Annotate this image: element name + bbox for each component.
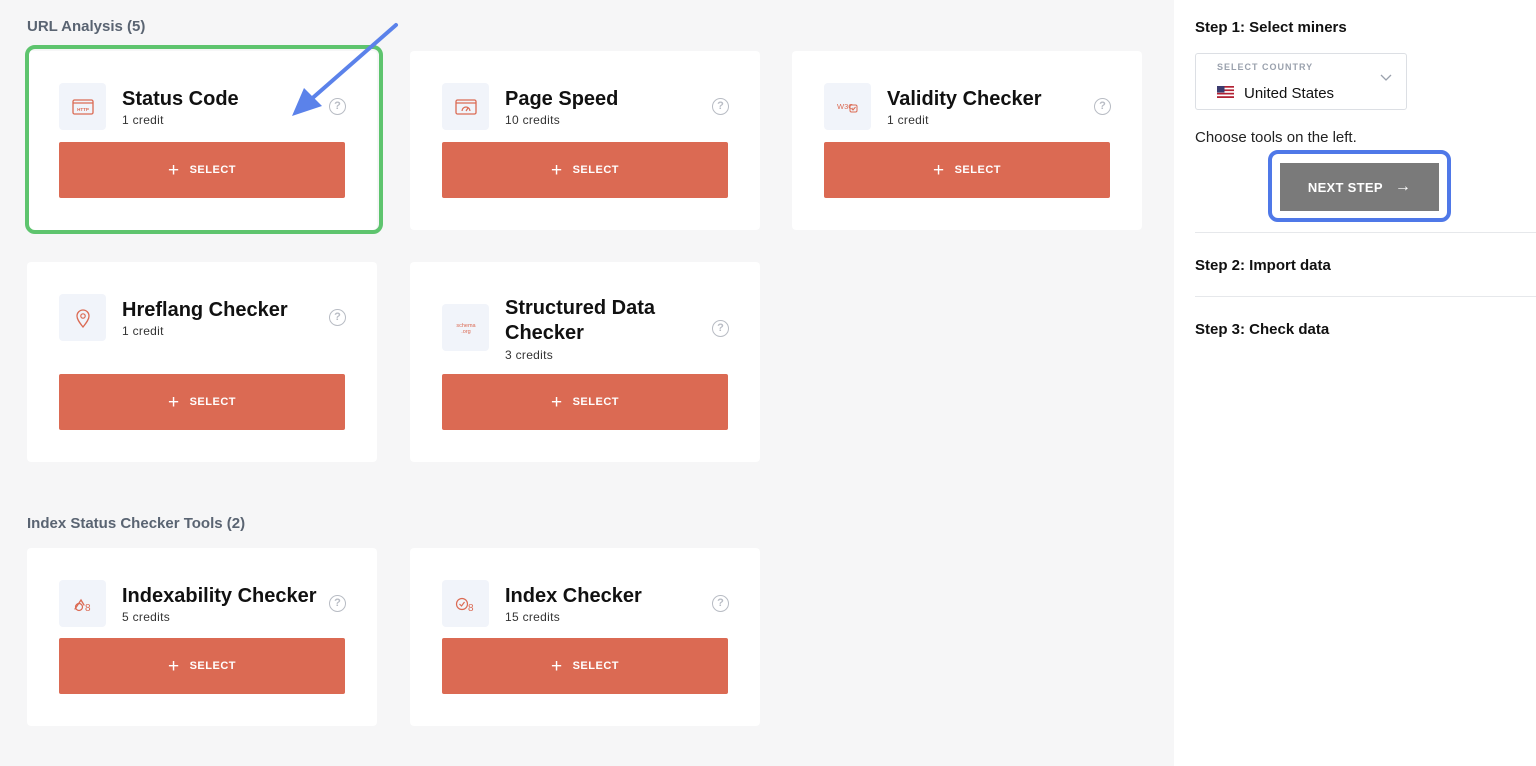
plus-icon: + xyxy=(167,391,180,413)
step-1-title: Step 1: Select miners xyxy=(1195,19,1347,36)
tool-card-validity-checker: W3C Validity Checker 1 credit ? + SELECT xyxy=(792,51,1142,230)
country-select-value: United States xyxy=(1244,85,1335,102)
divider xyxy=(1195,296,1536,297)
country-select[interactable]: SELECT COUNTRY United States xyxy=(1195,53,1407,110)
tool-card-indexability-checker: 8 Indexability Checker 5 credits ? + SEL… xyxy=(27,548,377,726)
select-button-index-checker[interactable]: + SELECT xyxy=(442,638,728,694)
plus-icon: + xyxy=(550,655,563,677)
tool-credits: 10 credits xyxy=(505,113,561,127)
next-step-label: NEXT STEP xyxy=(1307,179,1383,195)
http-icon: HTTP xyxy=(59,83,106,130)
w3c-icon: W3C xyxy=(824,83,871,130)
w3c-icon-text: W3C xyxy=(837,102,854,111)
tool-name-line-1: Structured Data xyxy=(505,297,656,319)
select-button-indexability-checker[interactable]: + SELECT xyxy=(59,638,345,694)
svg-text:8: 8 xyxy=(468,603,474,613)
tool-credits: 5 credits xyxy=(122,610,171,624)
tool-credits: 15 credits xyxy=(505,610,561,624)
index-check-icon: 8 xyxy=(442,580,489,627)
tool-card-structured-data-checker: schema .org Structured Data Checker 3 cre… xyxy=(410,262,760,462)
help-icon[interactable]: ? xyxy=(712,320,729,337)
next-step-button[interactable]: NEXT STEP → xyxy=(1280,163,1439,211)
step-3-title[interactable]: Step 3: Check data xyxy=(1195,321,1329,338)
tool-name: Index Checker xyxy=(505,585,642,607)
tool-credits: 1 credit xyxy=(122,113,164,127)
select-label: SELECT xyxy=(572,164,619,176)
svg-text:HTTP: HTTP xyxy=(77,107,89,112)
country-select-label: SELECT COUNTRY xyxy=(1217,62,1314,72)
tool-credits: 1 credit xyxy=(887,113,929,127)
plus-icon: + xyxy=(167,159,180,181)
select-button-structured-data-checker[interactable]: + SELECT xyxy=(442,374,728,430)
select-button-page-speed[interactable]: + SELECT xyxy=(442,142,728,198)
tool-name: Hreflang Checker xyxy=(122,299,288,321)
svg-text:8: 8 xyxy=(85,603,91,613)
plus-icon: + xyxy=(550,159,563,181)
tool-name: Indexability Checker xyxy=(122,585,317,607)
select-label: SELECT xyxy=(572,396,619,408)
select-label: SELECT xyxy=(572,660,619,672)
plus-icon: + xyxy=(167,655,180,677)
tool-name: Status Code xyxy=(122,88,239,110)
org-icon-text: .org xyxy=(461,329,470,335)
select-label: SELECT xyxy=(954,164,1001,176)
arrow-right-icon: → xyxy=(1394,178,1412,195)
tool-credits: 3 credits xyxy=(505,348,554,362)
us-flag-icon xyxy=(1217,86,1234,98)
help-icon[interactable]: ? xyxy=(329,595,346,612)
tool-card-hreflang-checker: Hreflang Checker 1 credit ? + SELECT xyxy=(27,262,377,462)
help-icon[interactable]: ? xyxy=(1094,98,1111,115)
annotation-arrow-icon xyxy=(292,23,398,116)
select-button-validity-checker[interactable]: + SELECT xyxy=(824,142,1110,198)
tool-card-page-speed: Page Speed 10 credits ? + SELECT xyxy=(410,51,760,230)
indexability-icon: 8 xyxy=(59,580,106,627)
tool-name: Validity Checker xyxy=(887,88,1042,110)
help-icon[interactable]: ? xyxy=(712,98,729,115)
chevron-down-icon xyxy=(1380,74,1392,81)
select-label: SELECT xyxy=(189,660,236,672)
plus-icon: + xyxy=(932,159,945,181)
plus-icon: + xyxy=(550,391,563,413)
select-label: SELECT xyxy=(189,396,236,408)
section-title-index-status: Index Status Checker Tools (2) xyxy=(27,515,246,532)
section-title-url-analysis: URL Analysis (5) xyxy=(27,18,146,35)
schema-org-icon: schema .org xyxy=(442,304,489,351)
select-button-status-code[interactable]: + SELECT xyxy=(59,142,345,198)
step-2-title[interactable]: Step 2: Import data xyxy=(1195,257,1331,274)
tool-name-line-2: Checker xyxy=(505,322,584,344)
steps-panel: Step 1: Select miners SELECT COUNTRY Uni… xyxy=(1174,0,1536,766)
divider xyxy=(1195,232,1536,233)
help-icon[interactable]: ? xyxy=(329,309,346,326)
tool-card-index-checker: 8 Index Checker 15 credits ? + SELECT xyxy=(410,548,760,726)
select-label: SELECT xyxy=(189,164,236,176)
select-button-hreflang-checker[interactable]: + SELECT xyxy=(59,374,345,430)
help-icon[interactable]: ? xyxy=(712,595,729,612)
tool-name: Page Speed xyxy=(505,88,619,110)
hint-text: Choose tools on the left. xyxy=(1195,129,1357,146)
tool-credits: 1 credit xyxy=(122,324,164,338)
speedometer-window-icon xyxy=(442,83,489,130)
map-pin-icon xyxy=(59,294,106,341)
